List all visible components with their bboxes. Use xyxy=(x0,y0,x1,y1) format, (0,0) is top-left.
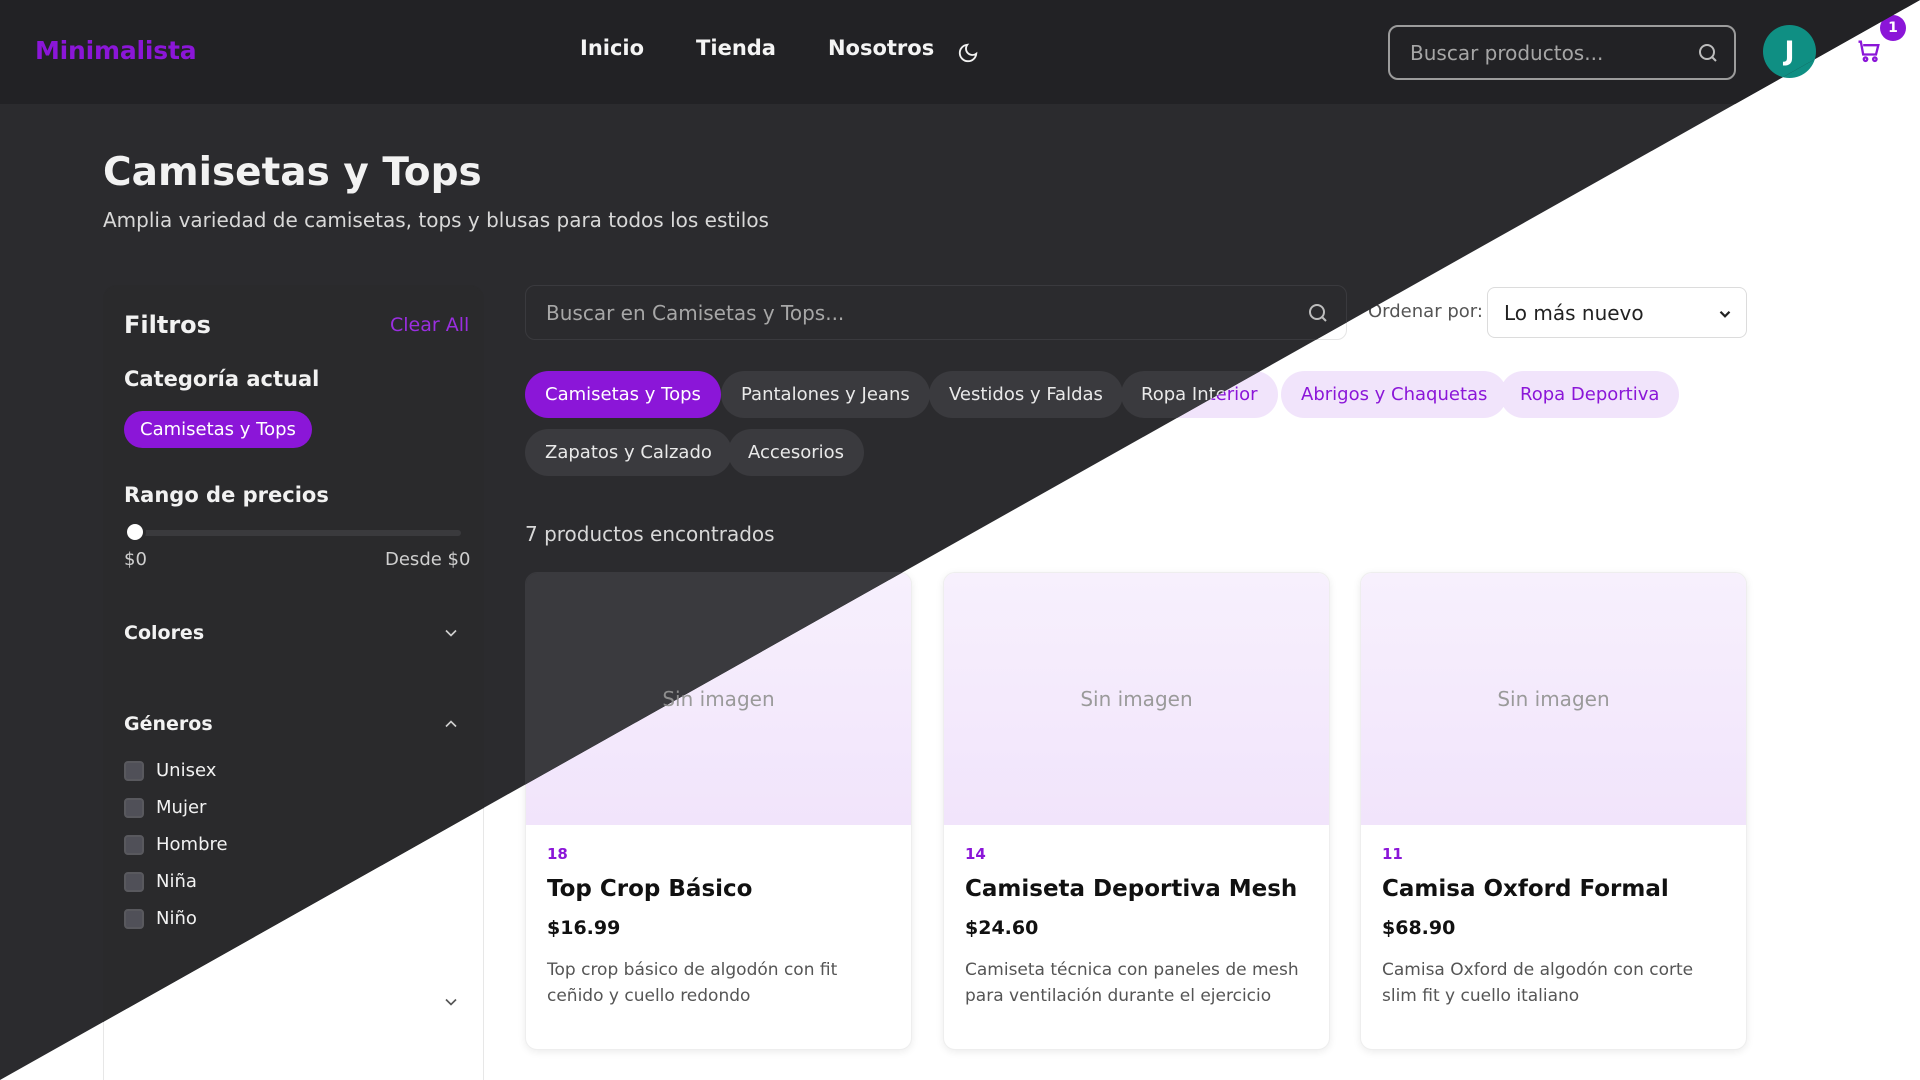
filters-title: Filtros xyxy=(124,311,211,339)
product-name[interactable]: Top Crop Básico xyxy=(547,876,752,902)
product-name[interactable]: Camisa Oxford Formal xyxy=(1382,876,1669,902)
genders-label: Géneros xyxy=(124,713,213,735)
search-icon[interactable] xyxy=(1306,301,1330,325)
product-number: 11 xyxy=(1382,845,1403,863)
product-number: 18 xyxy=(547,845,568,863)
root: Minimalista Inicio Tienda Nosotros Busca… xyxy=(0,0,1920,1080)
chevron-up-icon xyxy=(445,720,457,728)
checkbox[interactable] xyxy=(124,908,144,929)
product-card[interactable]: Sin imagen 11 Camisa Oxford Formal $68.9… xyxy=(1360,572,1747,1050)
category-pill-camisetas[interactable]: Camisetas y Tops xyxy=(525,371,721,418)
cart-button[interactable] xyxy=(1855,37,1883,65)
price-slider-thumb[interactable] xyxy=(124,521,146,543)
global-search-placeholder: Buscar productos... xyxy=(1410,40,1604,65)
category-pill-pantalones[interactable]: Pantalones y Jeans xyxy=(721,371,930,418)
product-price: $68.90 xyxy=(1382,917,1456,939)
header-dark: Minimalista Inicio Tienda Nosotros Busca… xyxy=(0,0,1920,104)
sort-select[interactable]: Lo más nuevo xyxy=(1487,287,1747,338)
cart-icon xyxy=(1858,40,1880,63)
search-icon[interactable] xyxy=(1696,41,1720,65)
products-found-count: 7 productos encontrados xyxy=(525,522,775,546)
product-image-placeholder: Sin imagen xyxy=(1361,573,1746,825)
page-subtitle: Amplia variedad de camisetas, tops y blu… xyxy=(103,208,769,232)
gender-option-mujer[interactable]: Mujer xyxy=(124,789,228,826)
product-card[interactable]: Sin imagen 14 Camiseta Deportiva Mesh $2… xyxy=(943,572,1330,1050)
current-category-label: Categoría actual xyxy=(124,367,320,391)
category-pill-zapatos[interactable]: Zapatos y Calzado xyxy=(525,429,732,476)
more-filters-toggle[interactable] xyxy=(124,988,461,1016)
product-number: 14 xyxy=(965,845,986,863)
product-description: Camisa Oxford de algodón con corte slim … xyxy=(1382,960,1694,1006)
gender-option-nina[interactable]: Niña xyxy=(124,863,228,900)
product-price: $16.99 xyxy=(547,917,621,939)
nav-tienda[interactable]: Tienda xyxy=(696,36,776,60)
logo[interactable]: Minimalista xyxy=(35,36,197,65)
theme-toggle-button[interactable] xyxy=(955,40,981,66)
checkbox[interactable] xyxy=(124,760,144,781)
genders-list: Unisex Mujer Hombre Niña Niño xyxy=(124,752,228,937)
gender-option-nino[interactable]: Niño xyxy=(124,900,228,937)
sort-label: Ordenar por: xyxy=(1368,301,1483,322)
gender-label: Niño xyxy=(156,908,197,929)
nav-nosotros[interactable]: Nosotros xyxy=(828,36,934,60)
gender-label: Hombre xyxy=(156,834,228,855)
product-image-placeholder: Sin imagen xyxy=(944,573,1329,825)
product-description: Top crop básico de algodón con fit ceñid… xyxy=(547,960,838,1006)
price-slider-track[interactable] xyxy=(135,530,461,536)
gender-option-unisex[interactable]: Unisex xyxy=(124,752,228,789)
product-price: $24.60 xyxy=(965,917,1039,939)
checkbox[interactable] xyxy=(124,834,144,855)
global-search-input[interactable]: Buscar productos... xyxy=(1388,25,1736,80)
colors-filter-toggle[interactable]: Colores xyxy=(124,619,461,647)
category-pill-deportiva[interactable]: Ropa Deportiva xyxy=(1500,371,1680,418)
category-pill-accesorios[interactable]: Accesorios xyxy=(728,429,865,476)
checkbox[interactable] xyxy=(124,871,144,892)
gender-label: Mujer xyxy=(156,797,207,818)
gender-label: Unisex xyxy=(156,760,217,781)
gender-option-hombre[interactable]: Hombre xyxy=(124,826,228,863)
genders-filter-toggle[interactable]: Géneros xyxy=(124,710,461,738)
chevron-down-icon xyxy=(445,629,457,637)
product-name[interactable]: Camiseta Deportiva Mesh xyxy=(965,876,1297,902)
category-pill-abrigos[interactable]: Abrigos y Chaquetas xyxy=(1281,371,1508,418)
colors-label: Colores xyxy=(124,622,205,644)
price-range-label: Rango de precios xyxy=(124,483,329,507)
page-title: Camisetas y Tops xyxy=(103,150,482,195)
category-search-placeholder: Buscar en Camisetas y Tops... xyxy=(546,300,845,325)
nav-inicio[interactable]: Inicio xyxy=(580,36,644,60)
main-nav: Inicio Tienda Nosotros xyxy=(580,36,934,60)
price-min-label: $0 xyxy=(124,549,147,570)
sort-value: Lo más nuevo xyxy=(1504,300,1644,325)
category-search-input[interactable]: Buscar en Camisetas y Tops... xyxy=(525,285,1347,340)
moon-icon xyxy=(958,43,978,63)
category-pill-vestidos[interactable]: Vestidos y Faldas xyxy=(929,371,1123,418)
chevron-down-icon xyxy=(445,998,457,1006)
gender-label: Niña xyxy=(156,871,197,892)
current-category-pill[interactable]: Camisetas y Tops xyxy=(124,411,312,448)
price-from-label: Desde $0 xyxy=(385,549,471,570)
chevron-down-icon xyxy=(1719,310,1731,318)
checkbox[interactable] xyxy=(124,797,144,818)
clear-all-button[interactable]: Clear All xyxy=(390,314,469,336)
product-description: Camiseta técnica con paneles de mesh par… xyxy=(965,960,1299,1006)
